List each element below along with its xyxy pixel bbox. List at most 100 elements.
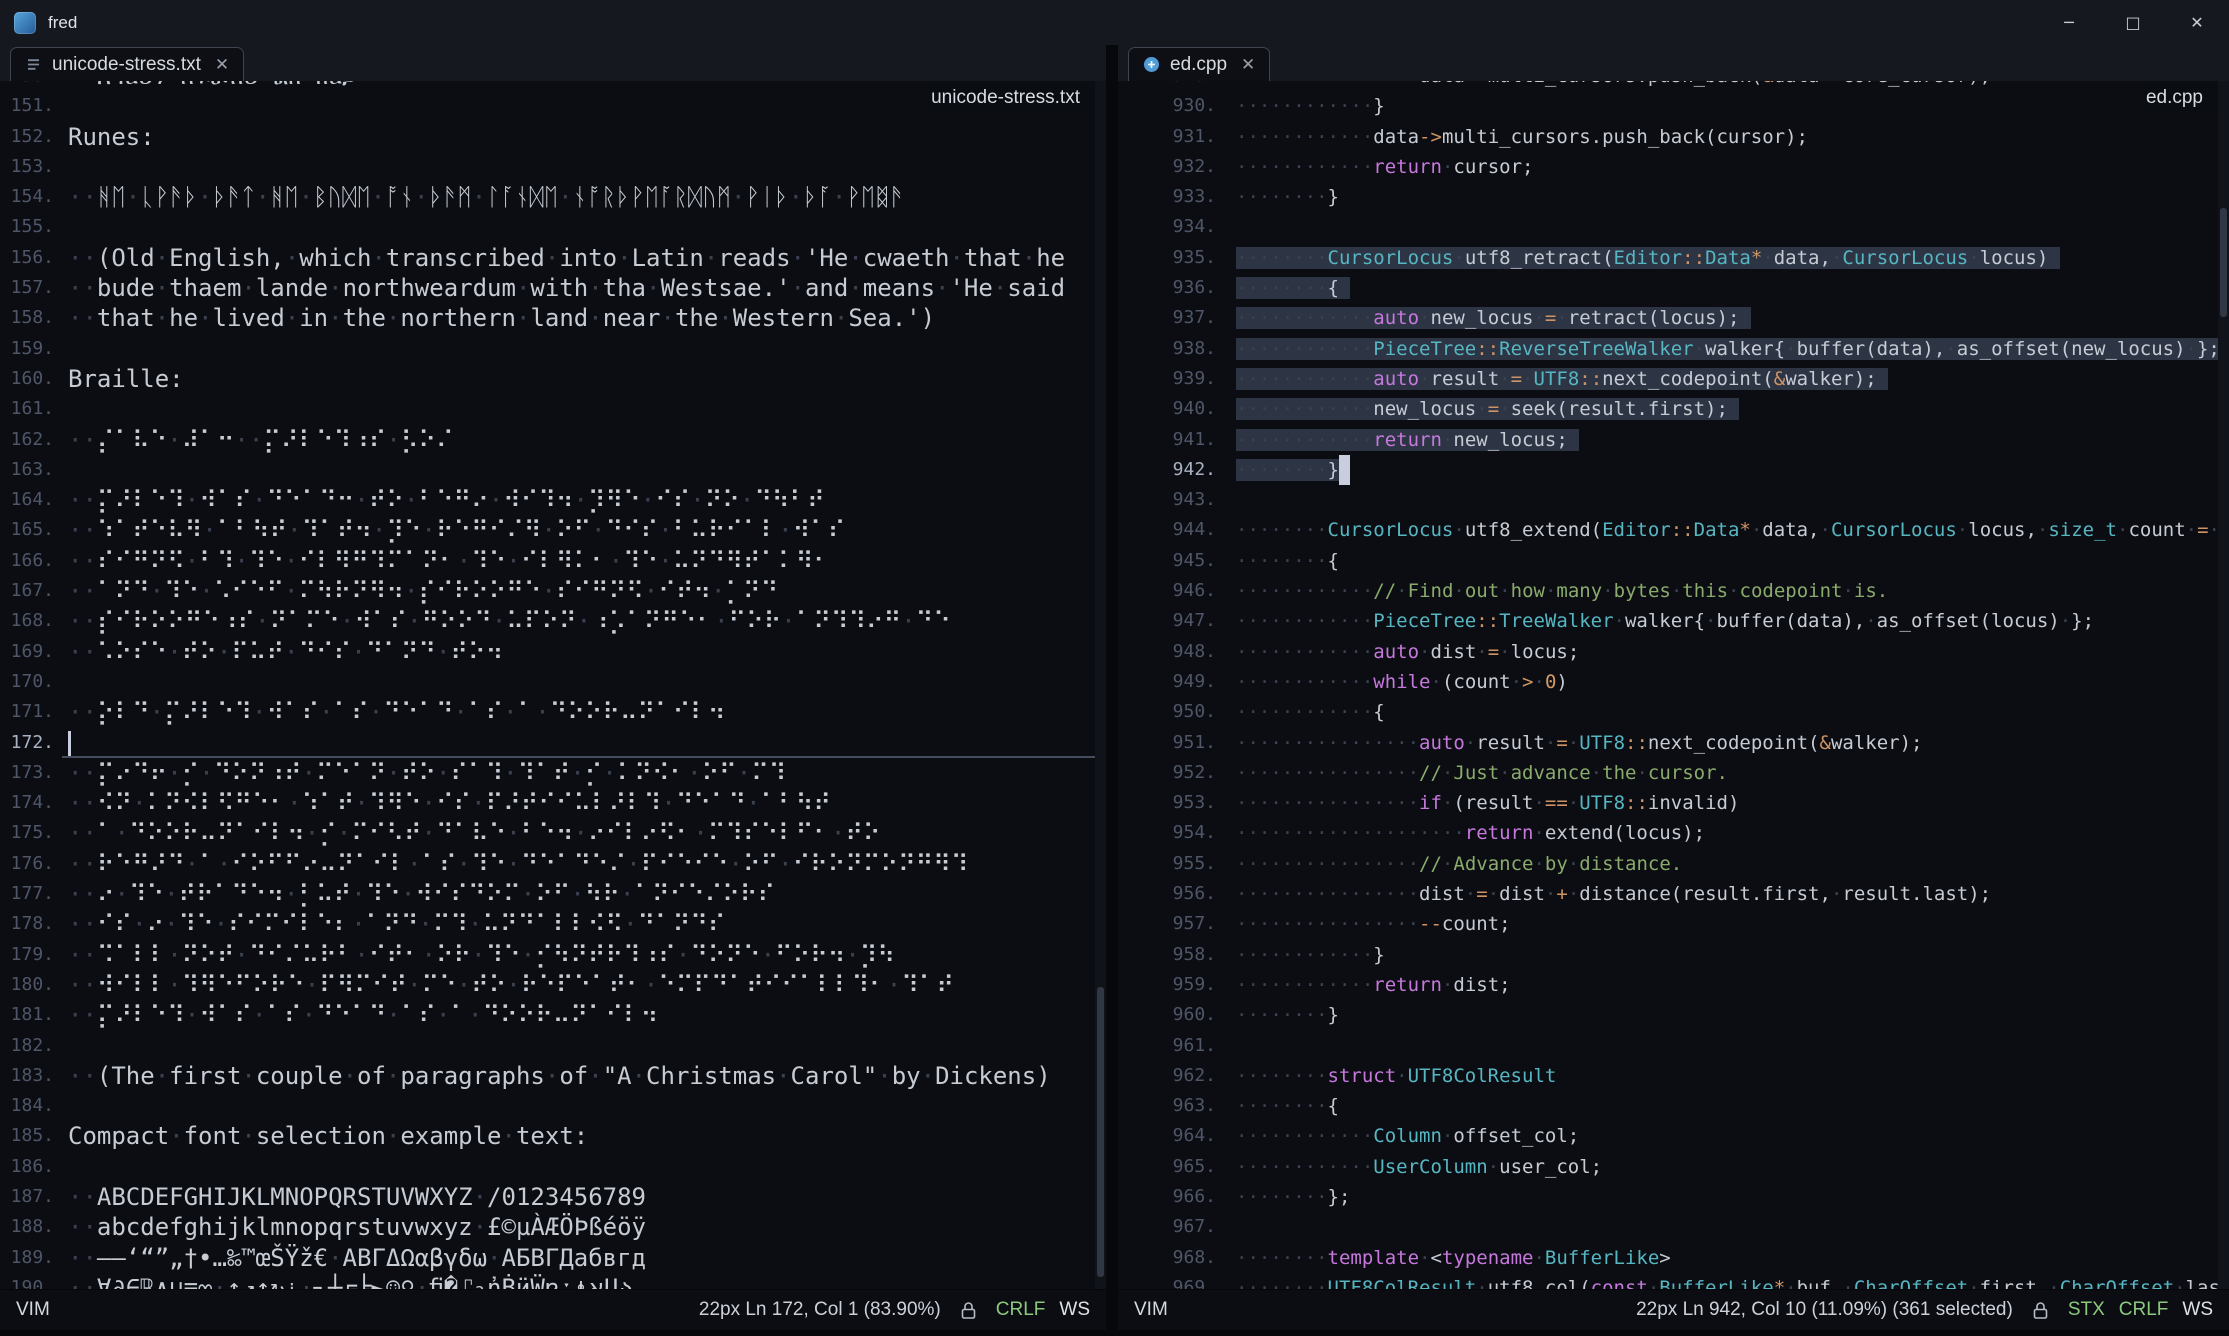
maximize-button[interactable]: □	[2101, 0, 2165, 45]
code-text	[68, 728, 71, 758]
code-line[interactable]: 154.··ᚻᛖ·ᚳᚹᚫᚦ·ᚦᚫᛏ·ᚻᛖ·ᛒᚢᛞᛖ·ᚩᚾ·ᚦᚫᛗ·ᛚᚪᚾᛞᛖ·ᚾ…	[0, 182, 1106, 212]
code-line[interactable]: 964.············Column·offset_col;	[1118, 1121, 2229, 1151]
code-line[interactable]: 178.··⠊⠎·⠔·⠹⠑·⠎⠊⠍⠊⠇⠑⠆·⠁⠝⠙·⠍⠹·⠥⠝⠙⠁⠇⠇⠪⠫·⠙⠁…	[0, 909, 1106, 939]
code-line[interactable]: 179.··⠩⠁⠇⠇·⠝⠕⠞·⠙⠊⠌⠥⠗⠃·⠊⠞⠂·⠕⠗·⠹⠑·⡊⠳⠝⠞⠗⠹⠰⠎…	[0, 940, 1106, 970]
code-text: ············while·(count·>·0)	[1236, 667, 1568, 697]
code-line[interactable]: 162.··⡌⠁⠧⠑·⠼⠁⠒··⡍⠜⠇⠑⠹⠰⠎·⡣⠕⠌	[0, 425, 1106, 455]
code-line[interactable]: 952.················//·Just·advance·the·…	[1118, 758, 2229, 788]
code-text: ··–—‘“”„†•…‰™œŠŸž€·ΑΒΓΔΩαβγδω·АБВГДабвгд	[68, 1243, 646, 1273]
scrollbar-thumb[interactable]	[2220, 208, 2227, 317]
code-line[interactable]: 155.	[0, 212, 1106, 242]
tab-close-icon[interactable]: ✕	[215, 55, 229, 75]
code-line[interactable]: 167.··⠁⠝⠙·⠹⠑·⠡⠊⠑⠋·⠍⠳⠗⠝⠻⠲·⡎⠊⠗⠕⠕⠛⠑·⠎⠊⠛⠝⠫·⠊…	[0, 576, 1106, 606]
tab-label: ed.cpp	[1170, 54, 1227, 76]
code-line[interactable]: 946.············//·Find·out·how·many·byt…	[1118, 576, 2229, 606]
code-line[interactable]: 174.··⠪⠝·⠅⠝⠪⠇⠫⠛⠑⠂·⠱⠁⠞·⠹⠻⠑·⠊⠎·⠏⠜⠞⠊⠊⠥⠇⠜⠇⠹·…	[0, 788, 1106, 818]
scrollbar-thumb[interactable]	[1097, 987, 1104, 1277]
code-line[interactable]: 175.··⠁·⠙⠕⠕⠗⠤⠝⠁⠊⠇⠲·⡊·⠍⠊⠣⠞·⠙⠁⠧⠑·⠃⠑⠲·⠔⠊⠇⠔⠫…	[0, 818, 1106, 848]
code-line[interactable]: 942.········}	[1118, 455, 2229, 485]
code-line[interactable]: 156.··(Old·English,·which·transcribed·in…	[0, 243, 1106, 273]
code-line[interactable]: 950.············{	[1118, 697, 2229, 727]
code-line[interactable]: 969.········UTF8ColResult·utf8_col(const…	[1118, 1273, 2229, 1289]
code-line[interactable]: 941.············return·new_locus;	[1118, 425, 2229, 455]
code-line[interactable]: 172.	[0, 728, 1106, 758]
code-line[interactable]: 184.	[0, 1091, 1106, 1121]
code-line[interactable]: 173.··⡍⠔⠙⠖·⡊·⠙⠕⠝⠰⠞·⠍⠑⠁⠝·⠞⠕·⠎⠁⠹·⠹⠁⠞·⡊·⠅⠝⠪…	[0, 758, 1106, 788]
code-line[interactable]: 189.··–—‘“”„†•…‰™œŠŸž€·ΑΒΓΔΩαβγδω·АБВГДа…	[0, 1243, 1106, 1273]
code-line[interactable]: 938.············PieceTree::ReverseTreeWa…	[1118, 334, 2229, 364]
code-line[interactable]: 164.··⡍⠜⠇⠑⠹·⠺⠁⠎·⠙⠑⠁⠙⠒·⠞⠕·⠃⠑⠛⠔·⠺⠊⠹⠲·⡹⠻⠑·⠊…	[0, 485, 1106, 515]
code-line[interactable]: 186.	[0, 1152, 1106, 1182]
code-line[interactable]: 954.····················return·extend(lo…	[1118, 818, 2229, 848]
code-line[interactable]: 153.	[0, 152, 1106, 182]
code-line[interactable]: 152.Runes:	[0, 122, 1106, 152]
text-editor-right[interactable]: 929.················data->multi_cursors.…	[1118, 81, 2229, 1289]
code-line[interactable]: 948.············auto·dist·=·locus;	[1118, 637, 2229, 667]
code-line[interactable]: 951.················auto·result·=·UTF8::…	[1118, 728, 2229, 758]
code-line[interactable]: 958.············}	[1118, 940, 2229, 970]
code-line[interactable]: 961.	[1118, 1031, 2229, 1061]
code-line[interactable]: 934.	[1118, 212, 2229, 242]
code-line[interactable]: 176.··⠗⠑⠛⠜⠙·⠁·⠊⠕⠋⠋⠔⠤⠝⠁⠊⠇·⠁⠎·⠹⠑·⠙⠑⠁⠙⠑⠌·⠏⠊…	[0, 849, 1106, 879]
code-line[interactable]: 187.··ABCDEFGHIJKLMNOPQRSTUVWXYZ·/012345…	[0, 1182, 1106, 1212]
code-line[interactable]: 188.··abcdefghijklmnopqrstuvwxyz·£©µÀÆÖÞ…	[0, 1212, 1106, 1242]
code-line[interactable]: 962.········struct·UTF8ColResult	[1118, 1061, 2229, 1091]
code-line[interactable]: 932.············return·cursor;	[1118, 152, 2229, 182]
code-line[interactable]: 161.	[0, 394, 1106, 424]
code-line[interactable]: 157.··bude·thaem·lande·northweardum·with…	[0, 273, 1106, 303]
code-line[interactable]: 944.········CursorLocus·utf8_extend(Edit…	[1118, 515, 2229, 545]
code-line[interactable]: 935.········CursorLocus·utf8_retract(Edi…	[1118, 243, 2229, 273]
code-line[interactable]: 955.················//·Advance·by·distan…	[1118, 849, 2229, 879]
code-line[interactable]: 940.············new_locus·=·seek(result.…	[1118, 394, 2229, 424]
code-line[interactable]: 959.············return·dist;	[1118, 970, 2229, 1000]
code-line[interactable]: 931.············data->multi_cursors.push…	[1118, 122, 2229, 152]
code-line[interactable]: 159.	[0, 334, 1106, 364]
code-line[interactable]: 939.············auto·result·=·UTF8::next…	[1118, 364, 2229, 394]
code-line[interactable]: 930.············}	[1118, 91, 2229, 121]
text-editor-left[interactable]: 150.··እግርህን·በፍራሽህ·ልክ·ዘርጋ።151.152.Runes:1…	[0, 81, 1106, 1289]
tab-ed-cpp[interactable]: ed.cpp ✕	[1128, 47, 1270, 81]
line-number: 160.	[0, 364, 54, 394]
code-line[interactable]: 968.········template·<typename·BufferLik…	[1118, 1243, 2229, 1273]
code-line[interactable]: 936.········{	[1118, 273, 2229, 303]
code-line[interactable]: 949.············while·(count·>·0)	[1118, 667, 2229, 697]
code-line[interactable]: 181.··⡍⠜⠇⠑⠹·⠺⠁⠎·⠁⠎·⠙⠑⠁⠙·⠁⠎·⠁·⠙⠕⠕⠗⠤⠝⠁⠊⠇⠲	[0, 1000, 1106, 1030]
code-line[interactable]: 182.	[0, 1031, 1106, 1061]
code-line[interactable]: 171.··⡕⠇⠙·⡍⠜⠇⠑⠹·⠺⠁⠎·⠁⠎·⠙⠑⠁⠙·⠁⠎·⠁·⠙⠕⠕⠗⠤⠝⠁…	[0, 697, 1106, 727]
code-line[interactable]: 183.··(The·first·couple·of·paragraphs·of…	[0, 1061, 1106, 1091]
code-line[interactable]: 956.················dist·=·dist·+·distan…	[1118, 879, 2229, 909]
code-line[interactable]: 943.	[1118, 485, 2229, 515]
code-line[interactable]: 937.············auto·new_locus·=·retract…	[1118, 303, 2229, 333]
code-line[interactable]: 185.Compact·font·selection·example·text:	[0, 1121, 1106, 1151]
tab-close-icon[interactable]: ✕	[1241, 55, 1255, 75]
tab-unicode-stress-txt[interactable]: unicode-stress.txt ✕	[10, 47, 244, 81]
code-line[interactable]: 165.··⠱⠁⠞⠑⠧⠻·⠁⠃⠳⠞·⠹⠁⠞⠲·⡹⠑·⠗⠑⠛⠊⠌⠻·⠕⠋·⠙⠊⠎·…	[0, 515, 1106, 545]
code-line[interactable]: 929.················data->multi_cursors.…	[1118, 81, 2229, 91]
code-line[interactable]: 967.	[1118, 1212, 2229, 1242]
code-line[interactable]: 170.	[0, 667, 1106, 697]
code-line[interactable]: 160.Braille:	[0, 364, 1106, 394]
code-line[interactable]: 166.··⠎⠊⠛⠝⠫·⠃⠹·⠹⠑·⠊⠇⠻⠛⠹⠍⠁⠝⠂·⠹⠑·⠊⠇⠻⠅⠂·⠹⠑·…	[0, 546, 1106, 576]
scrollbar[interactable]	[2218, 81, 2229, 1289]
code-line[interactable]: 190.··∀∂∈ℝ∧∪≡∞·↑↗↨↻⇣·┐┼╔╘►☺♀·ﬁ�⑀₂ἠḂӥẄɐː⍎…	[0, 1273, 1106, 1289]
code-line[interactable]: 947.············PieceTree::TreeWalker·wa…	[1118, 606, 2229, 636]
code-text: ··⡌⠁⠧⠑·⠼⠁⠒··⡍⠜⠇⠑⠹⠰⠎·⡣⠕⠌	[68, 425, 454, 455]
code-line[interactable]: 963.········{	[1118, 1091, 2229, 1121]
scrollbar[interactable]	[1095, 81, 1106, 1289]
code-line[interactable]: 933.········}	[1118, 182, 2229, 212]
code-line[interactable]: 965.············UserColumn·user_col;	[1118, 1152, 2229, 1182]
line-number: 185.	[0, 1121, 54, 1151]
code-line[interactable]: 163.	[0, 455, 1106, 485]
close-button[interactable]: ✕	[2165, 0, 2229, 45]
code-line[interactable]: 158.··that·he·lived·in·the·northern·land…	[0, 303, 1106, 333]
code-line[interactable]: 168.··⡎⠊⠗⠕⠕⠛⠑⠰⠎·⠝⠁⠍⠑·⠺⠁⠎·⠛⠕⠕⠙·⠥⠏⠕⠝·⠰⡡⠁⠝⠛…	[0, 606, 1106, 636]
code-line[interactable]: 177.··⠔·⠹⠑·⠞⠗⠁⠙⠑⠲·⡃⠥⠞·⠹⠑·⠺⠊⠎⠙⠕⠍·⠕⠋·⠳⠗·⠁⠝…	[0, 879, 1106, 909]
code-line[interactable]: 945.········{	[1118, 546, 2229, 576]
minimize-button[interactable]: ─	[2037, 0, 2101, 45]
code-line[interactable]: 180.··⠺⠊⠇⠇·⠹⠻⠑⠋⠕⠗⠑·⠏⠻⠍⠊⠞·⠍⠑·⠞⠕·⠗⠑⠏⠑⠁⠞⠂·⠑…	[0, 970, 1106, 1000]
code-line[interactable]: 960.········}	[1118, 1000, 2229, 1030]
code-line[interactable]: 169.··⠡⠕⠎⠑·⠞⠕·⠏⠥⠞·⠙⠊⠎·⠙⠁⠝⠙·⠞⠕⠲	[0, 637, 1106, 667]
code-line[interactable]: 957.················--count;	[1118, 909, 2229, 939]
code-line[interactable]: 953.················if·(result·==·UTF8::…	[1118, 788, 2229, 818]
code-line[interactable]: 966.········};	[1118, 1182, 2229, 1212]
